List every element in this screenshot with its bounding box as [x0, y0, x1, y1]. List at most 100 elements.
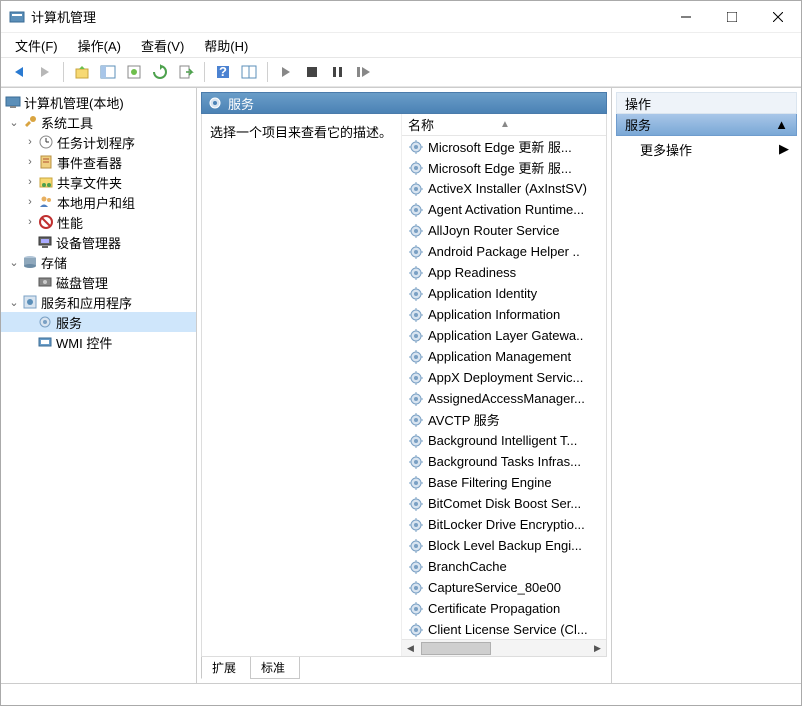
tree-wmi[interactable]: WMI 控件	[1, 332, 196, 352]
service-row[interactable]: BitLocker Drive Encryptio...	[402, 514, 606, 535]
service-row[interactable]: BranchCache	[402, 556, 606, 577]
gear-icon	[408, 139, 424, 155]
center-body: 选择一个项目来查看它的描述。 名称 ▲ Microsoft Edge 更新 服.…	[201, 114, 607, 657]
gear-icon	[408, 223, 424, 239]
stop-button[interactable]	[300, 60, 324, 84]
service-row[interactable]: Base Filtering Engine	[402, 472, 606, 493]
service-name: AVCTP 服务	[428, 410, 500, 429]
tools-icon	[22, 114, 38, 130]
tree-services[interactable]: 服务	[1, 312, 196, 332]
service-row[interactable]: App Readiness	[402, 262, 606, 283]
back-button[interactable]	[7, 60, 31, 84]
maximize-button[interactable]	[709, 2, 755, 32]
view-button[interactable]	[237, 60, 261, 84]
tree-task[interactable]: › 任务计划程序	[1, 132, 196, 152]
service-row[interactable]: Certificate Propagation	[402, 598, 606, 619]
menu-file[interactable]: 文件(F)	[7, 34, 66, 57]
tree-users[interactable]: › 本地用户和组	[1, 192, 196, 212]
service-row[interactable]: Microsoft Edge 更新 服...	[402, 136, 606, 157]
actions-section[interactable]: 服务 ▲	[616, 114, 797, 136]
service-row[interactable]: Application Management	[402, 346, 606, 367]
service-row[interactable]: Agent Activation Runtime...	[402, 199, 606, 220]
tree-services-apps[interactable]: ⌄ 服务和应用程序	[1, 292, 196, 312]
expand-icon[interactable]: ›	[25, 176, 35, 188]
tree-label: 事件查看器	[57, 153, 122, 172]
event-icon	[38, 154, 54, 170]
gear-icon	[408, 496, 424, 512]
pause-button[interactable]	[326, 60, 350, 84]
service-row[interactable]: BitComet Disk Boost Ser...	[402, 493, 606, 514]
service-row[interactable]: Client License Service (Cl...	[402, 619, 606, 639]
actions-header: 操作	[616, 92, 797, 114]
service-row[interactable]: Background Tasks Infras...	[402, 451, 606, 472]
service-row[interactable]: Application Identity	[402, 283, 606, 304]
scroll-left-icon[interactable]: ◀	[402, 641, 419, 656]
tab-standard[interactable]: 标准	[250, 657, 300, 679]
expand-icon[interactable]: ›	[25, 156, 35, 168]
service-name: Android Package Helper ..	[428, 244, 580, 259]
collapse-icon[interactable]: ⌄	[9, 256, 19, 269]
actions-more[interactable]: 更多操作 ▶	[616, 138, 797, 160]
service-row[interactable]: AVCTP 服务	[402, 409, 606, 430]
expand-icon[interactable]: ›	[25, 216, 35, 228]
horizontal-scrollbar[interactable]: ◀ ▶	[402, 639, 606, 656]
help-button[interactable]: ?	[211, 60, 235, 84]
tree-share[interactable]: › 共享文件夹	[1, 172, 196, 192]
window-title: 计算机管理	[31, 7, 96, 26]
gear-icon	[208, 96, 222, 110]
expand-icon[interactable]: ›	[25, 136, 35, 148]
scroll-right-icon[interactable]: ▶	[589, 641, 606, 656]
gear-icon	[408, 580, 424, 596]
service-row[interactable]: AppX Deployment Servic...	[402, 367, 606, 388]
menu-view[interactable]: 查看(V)	[133, 34, 192, 57]
refresh-button[interactable]	[148, 60, 172, 84]
collapse-icon[interactable]: ⌄	[9, 116, 19, 129]
export-button[interactable]	[174, 60, 198, 84]
actions-pane: 操作 服务 ▲ 更多操作 ▶	[611, 88, 801, 683]
storage-icon	[22, 254, 38, 270]
service-row[interactable]: Application Information	[402, 304, 606, 325]
properties-button[interactable]	[122, 60, 146, 84]
service-row[interactable]: Microsoft Edge 更新 服...	[402, 157, 606, 178]
up-button[interactable]	[70, 60, 94, 84]
gear-icon	[408, 433, 424, 449]
service-row[interactable]: ActiveX Installer (AxInstSV)	[402, 178, 606, 199]
service-row[interactable]: CaptureService_80e00	[402, 577, 606, 598]
service-row[interactable]: AssignedAccessManager...	[402, 388, 606, 409]
menu-help[interactable]: 帮助(H)	[196, 34, 256, 57]
tree-root[interactable]: 计算机管理(本地)	[1, 92, 196, 112]
tree-storage[interactable]: ⌄ 存储	[1, 252, 196, 272]
expand-icon[interactable]: ›	[25, 196, 35, 208]
minimize-button[interactable]	[663, 2, 709, 32]
collapse-icon[interactable]: ⌄	[9, 296, 19, 309]
forward-button[interactable]	[33, 60, 57, 84]
menu-action[interactable]: 操作(A)	[70, 34, 129, 57]
tree-event[interactable]: › 事件查看器	[1, 152, 196, 172]
gear-icon	[408, 601, 424, 617]
tab-extended[interactable]: 扩展	[201, 657, 251, 679]
col-name: 名称	[408, 115, 434, 134]
restart-button[interactable]	[352, 60, 376, 84]
tree-systools[interactable]: ⌄ 系统工具	[1, 112, 196, 132]
scroll-thumb[interactable]	[421, 642, 491, 655]
close-button[interactable]	[755, 2, 801, 32]
tree-device[interactable]: 设备管理器	[1, 232, 196, 252]
gear-icon	[408, 328, 424, 344]
service-name: AllJoyn Router Service	[428, 223, 560, 238]
service-row[interactable]: Background Intelligent T...	[402, 430, 606, 451]
tree-disk[interactable]: 磁盘管理	[1, 272, 196, 292]
sort-asc-icon: ▲	[500, 119, 510, 130]
service-name: Microsoft Edge 更新 服...	[428, 137, 572, 156]
service-row[interactable]: Android Package Helper ..	[402, 241, 606, 262]
gear-icon	[408, 265, 424, 281]
service-row[interactable]: Block Level Backup Engi...	[402, 535, 606, 556]
panel-button[interactable]	[96, 60, 120, 84]
scroll-track[interactable]	[419, 641, 589, 656]
list-header[interactable]: 名称 ▲	[402, 114, 606, 136]
start-button[interactable]	[274, 60, 298, 84]
tree-perf[interactable]: › 性能	[1, 212, 196, 232]
service-row[interactable]: Application Layer Gatewa..	[402, 325, 606, 346]
service-name: Block Level Backup Engi...	[428, 538, 582, 553]
service-row[interactable]: AllJoyn Router Service	[402, 220, 606, 241]
list-body[interactable]: Microsoft Edge 更新 服...Microsoft Edge 更新 …	[402, 136, 606, 639]
